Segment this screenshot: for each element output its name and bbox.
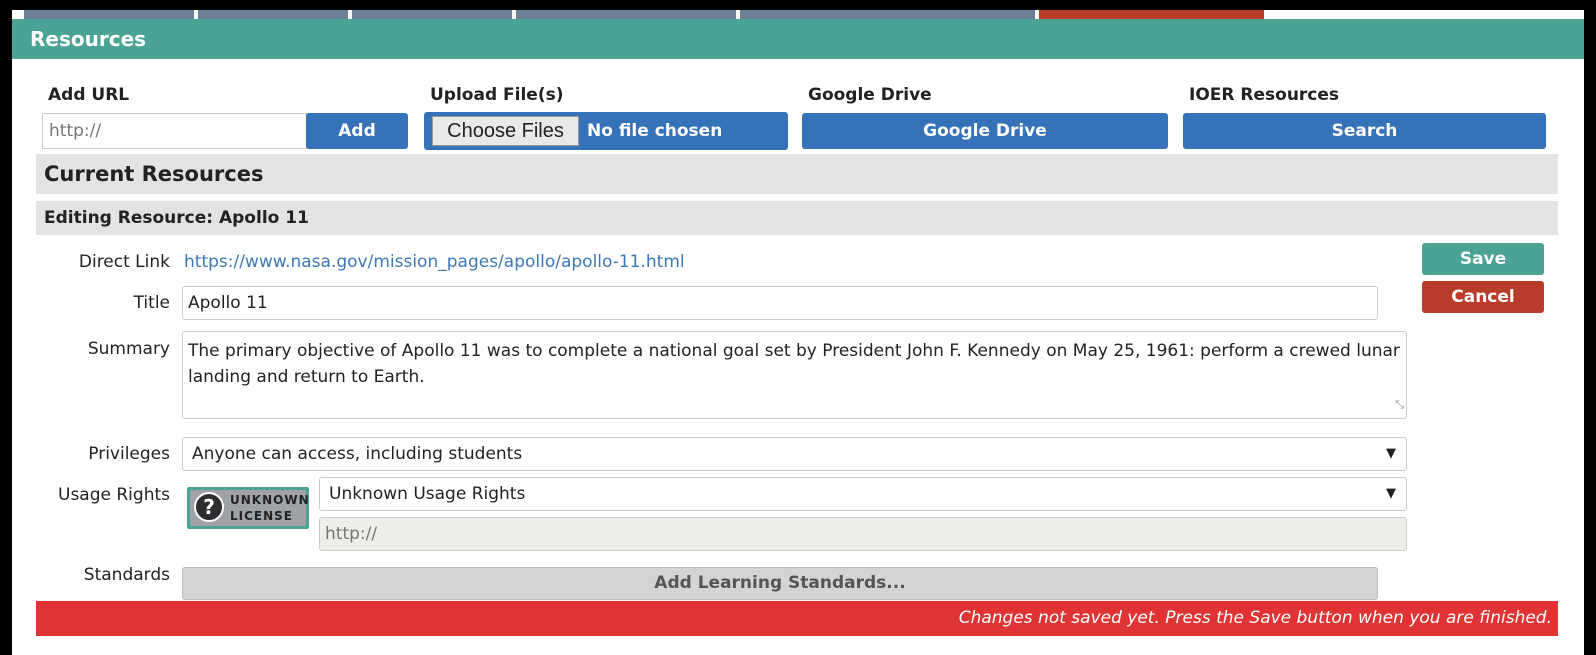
current-resources-heading: Current Resources xyxy=(36,154,1558,194)
add-url-button[interactable]: Add xyxy=(306,113,408,149)
tab-segment[interactable] xyxy=(352,10,512,19)
add-url-input[interactable] xyxy=(42,113,307,149)
tab-segment[interactable] xyxy=(516,10,736,19)
file-status: No file chosen xyxy=(587,121,723,141)
license-line2: LICENSE xyxy=(230,509,293,523)
tab-strip xyxy=(12,10,1584,19)
google-drive-label: Google Drive xyxy=(808,85,932,105)
title-field[interactable]: Apollo 11 xyxy=(182,286,1378,320)
tab-segment[interactable] xyxy=(198,10,348,19)
privileges-select[interactable]: Anyone can access, including students ▼ xyxy=(182,437,1407,471)
license-badge: ? UNKNOWN LICENSE xyxy=(187,487,309,529)
usage-rights-label: Usage Rights xyxy=(58,485,170,505)
google-drive-button[interactable]: Google Drive xyxy=(802,113,1168,149)
tab-segment[interactable] xyxy=(740,10,1035,19)
direct-link[interactable]: https://www.nasa.gov/mission_pages/apoll… xyxy=(184,252,685,272)
summary-label: Summary xyxy=(87,339,170,359)
cancel-button[interactable]: Cancel xyxy=(1422,281,1544,313)
unsaved-warning: Changes not saved yet. Press the Save bu… xyxy=(36,601,1558,636)
choose-files-button[interactable]: Choose Files xyxy=(432,116,579,146)
save-button[interactable]: Save xyxy=(1422,243,1544,275)
add-url-label: Add URL xyxy=(48,85,130,105)
title-label: Title xyxy=(133,293,170,313)
license-badge-inner: ? UNKNOWN LICENSE xyxy=(190,490,309,526)
resize-handle-icon[interactable]: ⤡ xyxy=(1395,392,1404,418)
summary-textarea[interactable]: The primary objective of Apollo 11 was t… xyxy=(182,331,1407,419)
standards-label: Standards xyxy=(83,565,170,585)
ioer-resources-label: IOER Resources xyxy=(1189,85,1340,105)
panel-header: Resources xyxy=(12,19,1584,59)
dropdown-arrow-icon: ▼ xyxy=(1386,486,1396,501)
question-icon: ? xyxy=(194,492,224,522)
direct-link-label: Direct Link xyxy=(78,252,170,272)
tab-segment[interactable] xyxy=(24,10,194,19)
usage-rights-select[interactable]: Unknown Usage Rights ▼ xyxy=(319,477,1407,511)
editing-resource-heading: Editing Resource: Apollo 11 xyxy=(36,201,1558,235)
tab-segment[interactable] xyxy=(1039,10,1264,19)
resources-panel: Resources Add URL Add Upload File(s) Cho… xyxy=(12,10,1584,655)
usage-rights-url-input[interactable] xyxy=(319,517,1407,551)
file-upload-control[interactable]: Choose Files No file chosen xyxy=(424,112,788,150)
privileges-label: Privileges xyxy=(88,444,170,464)
upload-file-label: Upload File(s) xyxy=(430,85,564,105)
license-line1: UNKNOWN xyxy=(230,493,310,507)
summary-text: The primary objective of Apollo 11 was t… xyxy=(188,341,1400,387)
dropdown-arrow-icon: ▼ xyxy=(1386,446,1396,461)
ioer-search-button[interactable]: Search xyxy=(1183,113,1546,149)
usage-rights-value: Unknown Usage Rights xyxy=(329,484,526,504)
add-learning-standards-button[interactable]: Add Learning Standards... xyxy=(182,567,1378,600)
privileges-value: Anyone can access, including students xyxy=(192,444,523,464)
